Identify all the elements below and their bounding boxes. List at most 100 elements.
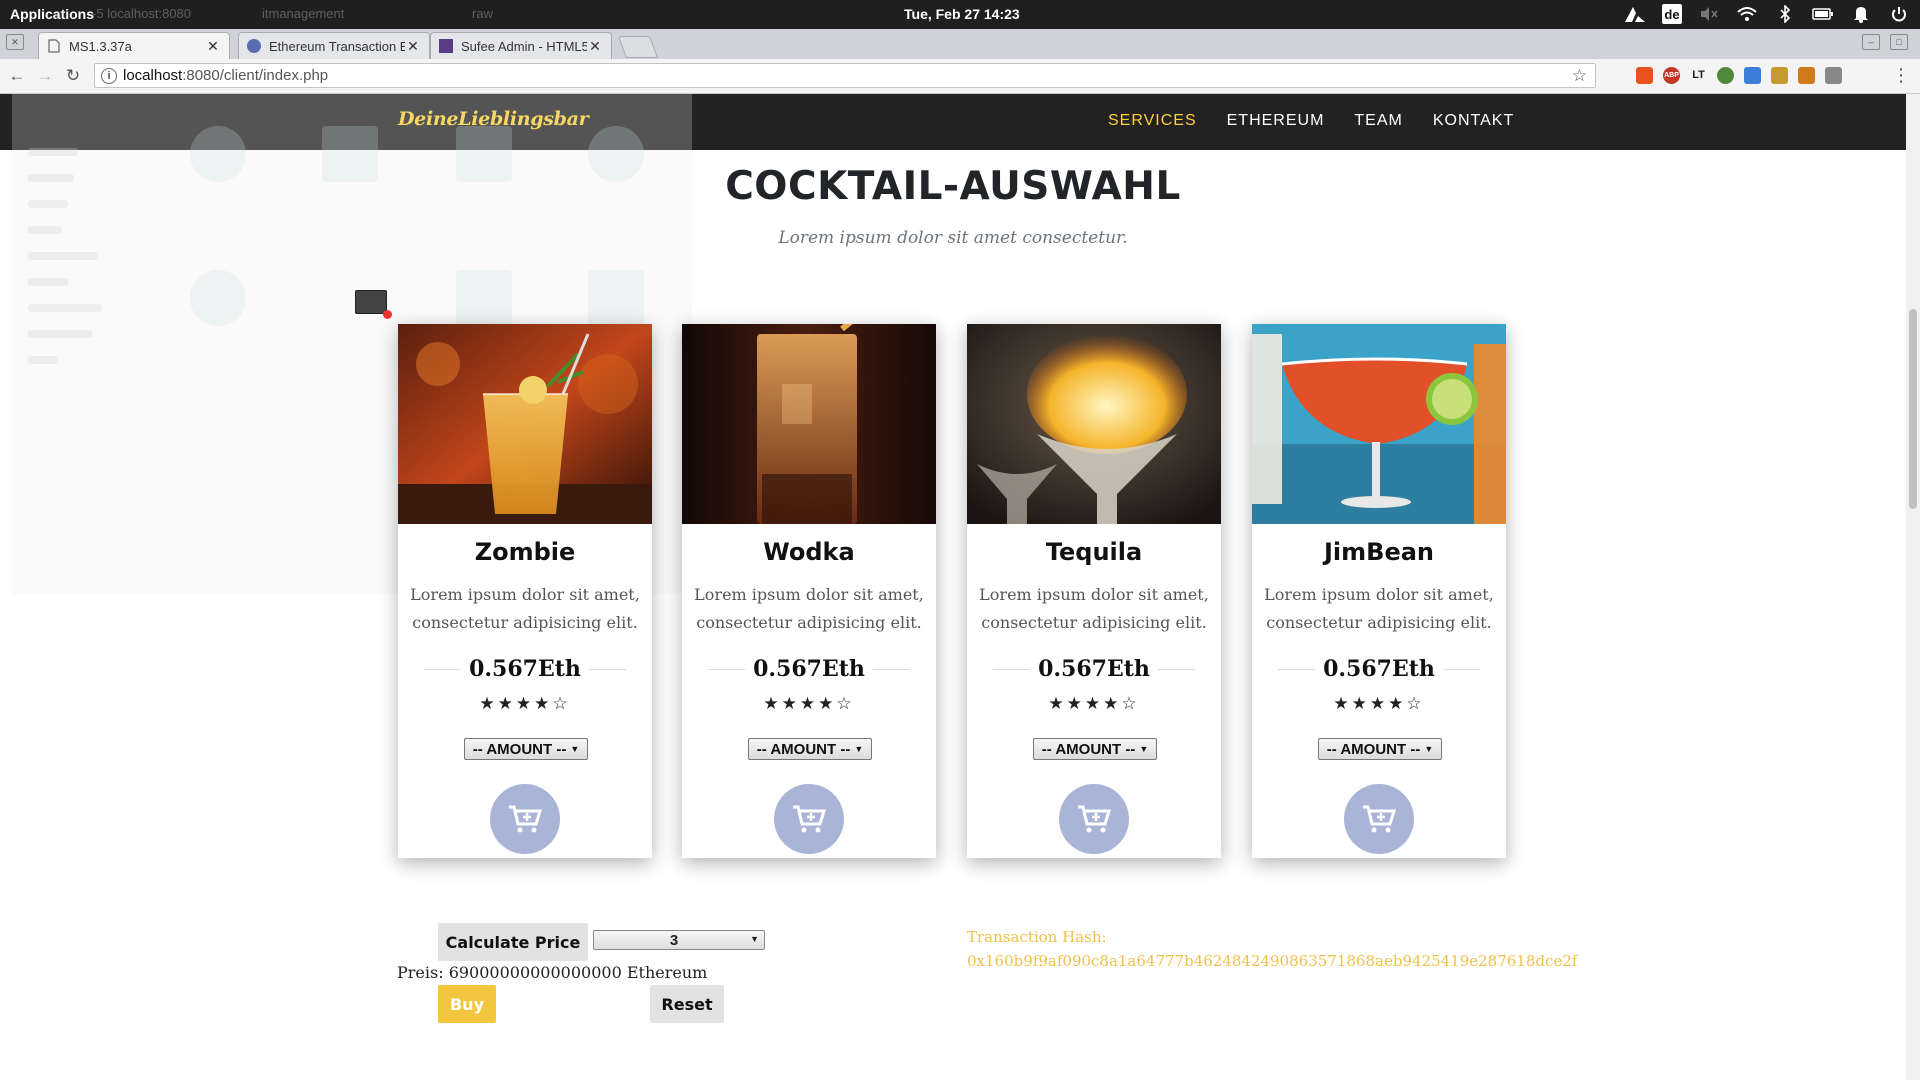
bluetooth-icon[interactable] [1774,3,1796,25]
cocktail-photo-tequila [967,324,1221,524]
nav-services[interactable]: SERVICES [1108,112,1197,130]
bookmark-star-icon[interactable]: ☆ [1572,66,1587,86]
ghost-menu-line [28,252,98,260]
tab-close-icon[interactable]: ✕ [205,38,221,55]
cart-plus-icon [509,805,542,833]
ghost-menu-line [28,148,78,156]
reload-icon[interactable]: ↻ [62,65,84,87]
price-text: 0.567Eth [1030,656,1158,682]
scrollbar-thumb[interactable] [1909,309,1917,509]
add-to-cart-button[interactable] [1344,784,1414,854]
tab-ethereum-transaction[interactable]: Ethereum Transaction E ✕ [238,32,430,59]
calculate-price-button[interactable]: Calculate Price [438,923,588,961]
add-to-cart-button[interactable] [1059,784,1129,854]
forward-arrow-icon[interactable]: → [34,65,56,87]
cocktail-price: 0.567Eth [682,656,936,682]
cocktail-card-wodka: Wodka Lorem ipsum dolor sit amet, consec… [682,324,936,858]
tab-close-icon[interactable]: ✕ [405,38,421,55]
globe-extension-icon[interactable] [1717,67,1734,84]
cocktail-description: Lorem ipsum dolor sit amet, consectetur … [410,585,640,632]
address-bar[interactable]: i localhost:8080/client/index.php ☆ [94,63,1596,88]
amount-select[interactable]: -- AMOUNT -- ▼ [1033,738,1157,760]
add-to-cart-button[interactable] [774,784,844,854]
browser-toolbar: ← → ↻ i localhost:8080/client/index.php … [0,59,1920,94]
puzzle-extension-icon[interactable] [1798,67,1815,84]
applications-menu[interactable]: Applications [10,6,94,22]
cocktail-name: Tequila [1045,538,1143,566]
keyboard-layout-indicator[interactable]: de [1662,4,1682,24]
back-arrow-icon[interactable]: ← [6,65,28,87]
url-path: :8080/client/index.php [182,67,329,84]
power-icon[interactable] [1888,3,1910,25]
amount-select[interactable]: -- AMOUNT -- ▼ [1318,738,1442,760]
transaction-hash-block: Transaction Hash: 0x160b9f9af090c8a1a647… [967,925,1577,973]
reset-button[interactable]: Reset [650,985,724,1023]
dropdown-caret-icon: ▼ [1139,744,1149,754]
amount-select[interactable]: -- AMOUNT -- ▼ [464,738,588,760]
window-minimize-control[interactable]: – [1862,34,1880,50]
transaction-hash-value: 0x160b9f9af090c8a1a64777b462484249086357… [967,952,1578,970]
amount-select[interactable]: -- AMOUNT -- ▼ [748,738,872,760]
taskbar-item[interactable]: raw [472,6,493,21]
quantity-select[interactable]: 3 ▼ [593,930,765,950]
tab-extension-icon[interactable] [1825,67,1842,84]
rating-stars: ★★★★☆ [479,694,571,713]
tab-sufee-admin[interactable]: Sufee Admin - HTML5 A ✕ [430,32,612,59]
office-extension-icon[interactable] [1636,67,1653,84]
tab-close-icon[interactable]: ✕ [587,38,603,55]
battery-icon[interactable] [1812,3,1834,25]
extensions-bar: ABP LT [1636,67,1842,84]
site-info-icon[interactable]: i [101,67,117,84]
section-title: COCKTAIL-AUSWAHL [725,164,1181,209]
nav-ethereum[interactable]: ETHEREUM [1227,112,1325,130]
window-close-control[interactable]: ✕ [6,34,24,50]
tab-title: MS1.3.37a [69,38,132,54]
amount-select-label: -- AMOUNT -- [756,740,851,758]
cocktail-card-tequila: Tequila Lorem ipsum dolor sit amet, cons… [967,324,1221,858]
dropdown-caret-icon: ▼ [854,744,864,754]
cocktail-description: Lorem ipsum dolor sit amet, consectetur … [694,585,924,632]
window-maximize-control[interactable]: □ [1890,34,1908,50]
languagetool-extension-icon[interactable]: LT [1690,67,1707,84]
page-viewport: DeineLieblingsbar SERVICES ETHEREUM TEAM… [0,94,1906,1080]
cart-plus-icon [1078,805,1111,833]
wifi-icon[interactable] [1736,3,1758,25]
cocktail-price: 0.567Eth [398,656,652,682]
browser-menu-icon[interactable]: ⋮ [1892,65,1910,86]
volume-muted-icon[interactable] [1698,3,1720,25]
cocktail-description: Lorem ipsum dolor sit amet, consectetur … [1264,585,1494,632]
transaction-hash-label: Transaction Hash: [967,928,1107,946]
nav-kontakt[interactable]: KONTAKT [1433,112,1514,130]
nav-team[interactable]: TEAM [1354,112,1402,130]
new-tab-button[interactable] [617,36,659,58]
taskbar-item[interactable]: -5 localhost:8080 [92,6,191,21]
clock[interactable]: Tue, Feb 27 14:23 [904,6,1020,22]
buy-button[interactable]: Buy [438,985,496,1023]
dropdown-caret-icon: ▼ [1424,744,1434,754]
page-icon [47,39,61,53]
ghost-menu-line [28,356,58,364]
adblock-extension-icon[interactable]: ABP [1663,67,1680,84]
cocktail-description: Lorem ipsum dolor sit amet, consectetur … [979,585,1209,632]
cocktail-card-jimbean: JimBean Lorem ipsum dolor sit amet, cons… [1252,324,1506,858]
app-logo-icon[interactable] [1624,3,1646,25]
notifications-bell-icon[interactable] [1850,3,1872,25]
cocktail-photo-zombie [398,324,652,524]
price-text: 0.567Eth [1315,656,1443,682]
cocktail-photo-wodka [682,324,936,524]
taskbar-item[interactable]: itmanagement [262,6,344,21]
quantity-value: 3 [669,932,679,949]
ghost-menu-line [28,330,92,338]
pin-extension-icon[interactable] [1771,67,1788,84]
cocktail-photo-jimbean [1252,324,1506,524]
price-text: 0.567Eth [461,656,589,682]
window-extension-icon[interactable] [1744,67,1761,84]
page-scrollbar[interactable] [1906,94,1920,1080]
dropdown-caret-icon: ▼ [750,934,759,944]
ghost-app-icon [190,270,246,326]
screenshot-tool-icon[interactable] [355,290,392,319]
add-to-cart-button[interactable] [490,784,560,854]
system-tray: de [1624,3,1910,25]
tab-ms1[interactable]: MS1.3.37a ✕ [38,32,230,59]
ghost-app-icon [456,270,512,326]
